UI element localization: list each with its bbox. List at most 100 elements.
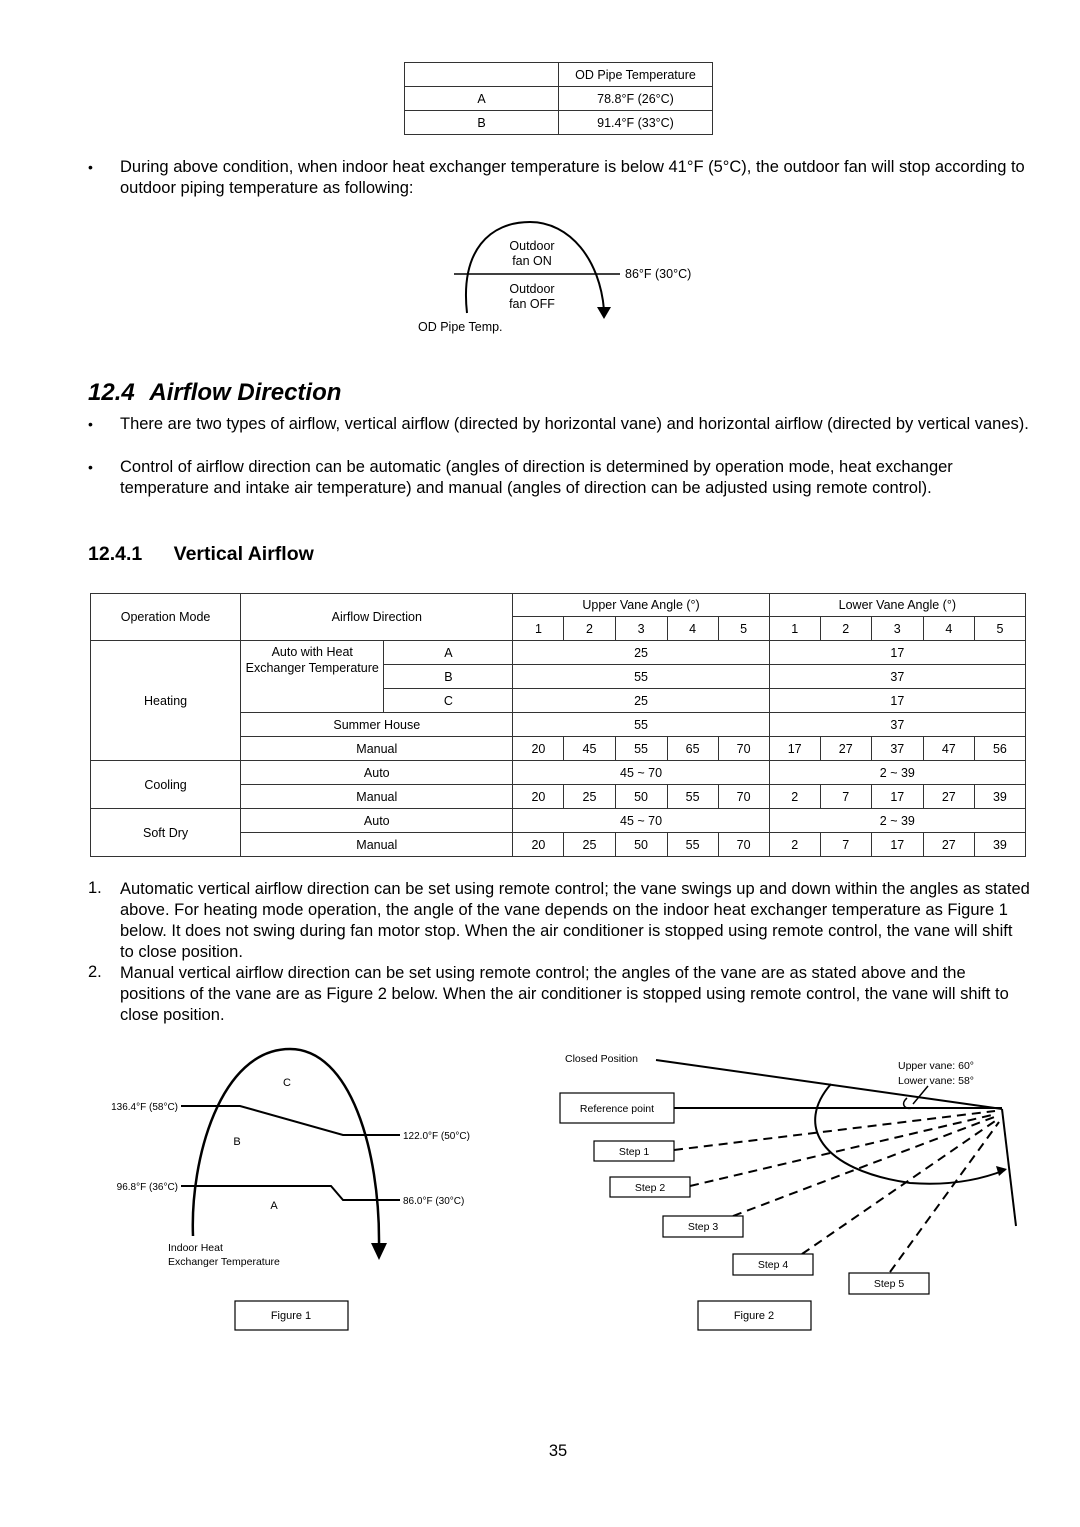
lower-threshold-line <box>181 1185 400 1201</box>
header-step: 1 <box>768 616 821 641</box>
outdoor-fan-paragraph: During above condition, when indoor heat… <box>120 158 1025 197</box>
step-2-label: Step 2 <box>635 1182 666 1194</box>
axis-label-line-1: Indoor Heat <box>168 1242 223 1254</box>
upper-value: 20 <box>512 736 565 761</box>
header-step: 1 <box>512 616 565 641</box>
lower-value: 17 <box>870 832 924 857</box>
section-number: 12.4 <box>88 379 135 406</box>
upper-value: 25 <box>563 784 616 809</box>
upper-value: 45 <box>563 736 616 761</box>
mode-soft-dry: Soft Dry <box>89 808 242 857</box>
upper-threshold-line <box>181 1105 400 1136</box>
body-line <box>1001 1108 1017 1227</box>
lower-value: 27 <box>819 736 872 761</box>
upper-value: 55 <box>666 784 719 809</box>
subsection-heading: 12.4.1 Vertical Airflow <box>88 543 314 566</box>
angle-arc <box>902 1097 913 1110</box>
direction-label: Manual <box>240 784 514 809</box>
upper-value: 20 <box>512 832 565 857</box>
upper-value: 25 <box>512 640 770 665</box>
note-automatic: Automatic vertical airflow direction can… <box>120 880 1030 961</box>
step-3-line <box>732 1115 998 1217</box>
step-3-label: Step 3 <box>688 1221 719 1233</box>
lower-value: 7 <box>819 784 872 809</box>
table-row: Heating Auto with Heat Exchanger Tempera… <box>89 640 1027 761</box>
upper-value: 55 <box>666 832 719 857</box>
note-number: 2. <box>88 963 102 981</box>
od-table-row-value: 91.4°F (33°C) <box>558 110 713 135</box>
lower-value: 37 <box>870 736 924 761</box>
od-table-row-value: 78.8°F (26°C) <box>558 86 713 111</box>
direction-label: Manual <box>240 832 514 857</box>
upper-value: 45 ~ 70 <box>512 760 770 785</box>
header-step: 3 <box>870 616 924 641</box>
header-lower-vane: Lower Vane Angle (°) <box>768 593 1027 617</box>
temp-122-label: 122.0°F (50°C) <box>403 1131 470 1142</box>
header-airflow-direction: Airflow Direction <box>240 593 514 641</box>
upper-value: 45 ~ 70 <box>512 808 770 833</box>
od-table-row-label: B <box>404 110 559 135</box>
header-step: 2 <box>819 616 872 641</box>
section-title: Airflow Direction <box>149 379 342 406</box>
reference-point-label: Reference point <box>580 1103 654 1115</box>
mode-cooling: Cooling <box>89 760 242 809</box>
step-2-line <box>689 1113 997 1187</box>
table-row: Cooling Auto 45 ~ 70 2 ~ 39 <box>89 760 1027 809</box>
temp-96-label: 96.8°F (36°C) <box>117 1182 178 1193</box>
lower-value: 17 <box>768 688 1027 713</box>
lower-value: 17 <box>768 640 1027 665</box>
angle-pointer <box>912 1085 929 1105</box>
vane-angle-table: Operation Mode Airflow Direction Upper V… <box>89 593 1027 857</box>
arrow-down-icon <box>371 1243 387 1260</box>
zone-a-label: A <box>270 1200 278 1212</box>
direction-label: Auto <box>240 760 514 785</box>
lower-vane-label: Lower vane: 58° <box>898 1075 974 1087</box>
step-4-label: Step 4 <box>758 1259 789 1271</box>
lower-value: 17 <box>768 736 821 761</box>
od-table-empty-header <box>404 62 559 87</box>
upper-value: 70 <box>717 832 770 857</box>
direction-label: Auto <box>240 808 514 833</box>
lower-value: 39 <box>973 784 1027 809</box>
airflow-types-paragraph: There are two types of airflow, vertical… <box>120 415 1029 433</box>
figure-1-caption: Figure 1 <box>271 1310 311 1322</box>
figure-2-diagram: Closed Position Upper vane: 60° Lower va… <box>559 1053 1017 1331</box>
upper-value: 50 <box>614 832 668 857</box>
lower-value: 47 <box>922 736 975 761</box>
figure-1-diagram: C B A 136.4°F (58°C) 122.0°F (50°C) 96.8… <box>111 1047 470 1331</box>
bullet-marker: • <box>88 416 93 432</box>
od-pipe-temp-label: OD Pipe Temp. <box>418 320 503 334</box>
temp-136-label: 136.4°F (58°C) <box>111 1102 178 1113</box>
table-row: Soft Dry Auto 45 ~ 70 2 ~ 39 <box>89 808 1027 857</box>
header-step: 4 <box>922 616 975 641</box>
upper-value: 55 <box>512 664 770 689</box>
upper-value: 50 <box>614 784 668 809</box>
arrow-down-icon <box>597 307 611 319</box>
fan-on-label-1: Outdoor <box>509 239 554 253</box>
header-upper-vane: Upper Vane Angle (°) <box>512 593 770 617</box>
outdoor-fan-diagram: Outdoor fan ON Outdoor fan OFF 86°F (30°… <box>418 220 691 334</box>
upper-vane-label: Upper vane: 60° <box>898 1060 974 1072</box>
step-4-line <box>801 1118 999 1255</box>
fan-off-label-2: fan OFF <box>509 297 555 311</box>
step-5-label: Step 5 <box>874 1278 905 1290</box>
upper-value: 55 <box>512 712 770 737</box>
note-manual: Manual vertical airflow direction can be… <box>120 964 1009 1024</box>
lower-value: 2 <box>768 832 821 857</box>
figure-2-caption: Figure 2 <box>734 1310 774 1322</box>
lower-value: 2 <box>768 784 821 809</box>
sub-zone: B <box>383 664 514 689</box>
lower-value: 2 ~ 39 <box>768 760 1027 785</box>
closed-position-label: Closed Position <box>565 1053 638 1065</box>
upper-value: 20 <box>512 784 565 809</box>
lower-value: 7 <box>819 832 872 857</box>
sub-zone: A <box>383 640 514 665</box>
lower-value: 39 <box>973 832 1027 857</box>
direction-label: Manual <box>240 736 514 761</box>
upper-value: 70 <box>717 784 770 809</box>
step-1-label: Step 1 <box>619 1146 650 1158</box>
header-step: 5 <box>973 616 1027 641</box>
lower-value: 27 <box>922 784 975 809</box>
step-5-line <box>889 1121 1000 1273</box>
arrow-head-icon <box>996 1166 1007 1176</box>
